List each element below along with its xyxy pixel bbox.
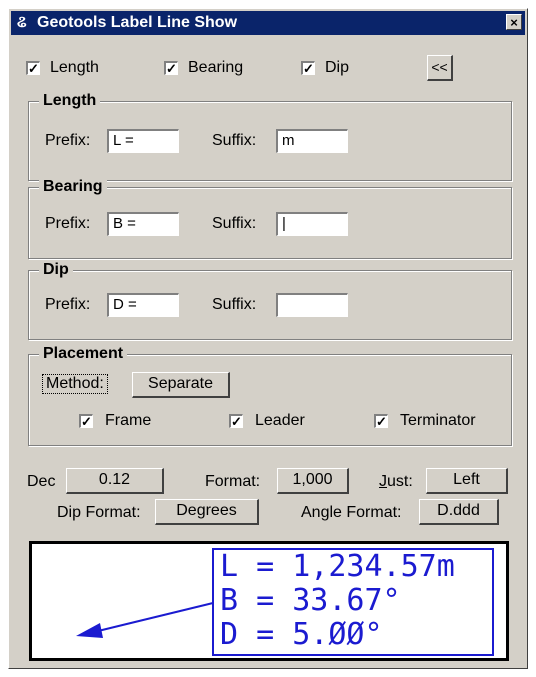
just-label-mnemonic: J: [379, 473, 387, 490]
bearing-group: Bearing: [28, 177, 512, 259]
just-label-rest: ust:: [387, 473, 413, 490]
leader-checkbox[interactable]: ✓: [229, 414, 243, 428]
dip-checkbox[interactable]: ✓: [301, 61, 315, 75]
dip-suffix-input[interactable]: [276, 293, 348, 317]
bearing-checkbox[interactable]: ✓: [164, 61, 178, 75]
window-title: Geotools Label Line Show: [37, 14, 238, 31]
dip-group-title: Dip: [39, 260, 73, 280]
terminator-checkbox-label[interactable]: Terminator: [400, 412, 476, 430]
length-checkbox-label[interactable]: Length: [50, 59, 99, 77]
close-button[interactable]: ×: [506, 14, 522, 30]
method-button[interactable]: Separate: [132, 372, 230, 398]
dec-label: Dec: [27, 473, 56, 490]
dip-prefix-input[interactable]: D =: [107, 293, 179, 317]
dip-checkbox-label[interactable]: Dip: [325, 59, 349, 77]
method-label: Method:: [42, 374, 108, 394]
bearing-suffix-input[interactable]: |: [276, 212, 348, 236]
title-bar[interactable]: ଌ Geotools Label Line Show ×: [11, 11, 525, 35]
bearing-prefix-label: Prefix:: [45, 215, 91, 232]
bearing-checkbox-label[interactable]: Bearing: [188, 59, 243, 77]
leader-checkbox-label[interactable]: Leader: [255, 412, 305, 430]
leader-arrow: [76, 602, 214, 638]
placement-group: Placement: [28, 344, 512, 446]
just-label: Just:: [379, 473, 413, 491]
dip-format-button[interactable]: Degrees: [155, 499, 259, 525]
format-label: Format:: [205, 473, 261, 490]
label-preview: L = 1,234.57m B = 33.67° D = 5.ØØ°: [29, 541, 509, 661]
dec-button[interactable]: 0.12: [66, 468, 164, 494]
bearing-suffix-label: Suffix:: [212, 215, 257, 232]
frame-checkbox[interactable]: ✓: [79, 414, 93, 428]
preview-line-length: L = 1,234.57m: [220, 549, 455, 584]
preview-frame: L = 1,234.57m B = 33.67° D = 5.ØØ°: [212, 548, 494, 656]
length-prefix-label: Prefix:: [45, 132, 91, 149]
length-group: Length: [28, 91, 512, 181]
app-icon: ଌ: [17, 14, 27, 31]
collapse-button[interactable]: <<: [427, 55, 453, 81]
dip-format-label: Dip Format:: [57, 504, 141, 521]
just-button[interactable]: Left: [426, 468, 508, 494]
dip-prefix-label: Prefix:: [45, 296, 91, 313]
angle-format-label: Angle Format:: [301, 504, 402, 521]
terminator-checkbox[interactable]: ✓: [374, 414, 388, 428]
length-checkbox[interactable]: ✓: [26, 61, 40, 75]
length-suffix-label: Suffix:: [212, 132, 257, 149]
frame-checkbox-label[interactable]: Frame: [105, 412, 151, 430]
angle-format-button[interactable]: D.ddd: [419, 499, 499, 525]
dialog-window: ଌ Geotools Label Line Show × ✓ Length ✓ …: [8, 8, 528, 669]
dip-group: Dip: [28, 260, 512, 340]
bearing-group-title: Bearing: [39, 177, 107, 197]
dip-suffix-label: Suffix:: [212, 296, 257, 313]
bearing-prefix-input[interactable]: B =: [107, 212, 179, 236]
length-prefix-input[interactable]: L =: [107, 129, 179, 153]
placement-group-title: Placement: [39, 344, 128, 364]
format-button[interactable]: 1,000: [277, 468, 349, 494]
length-group-title: Length: [39, 91, 101, 111]
preview-line-dip: D = 5.ØØ°: [220, 617, 383, 652]
preview-line-bearing: B = 33.67°: [220, 583, 401, 618]
length-suffix-input[interactable]: m: [276, 129, 348, 153]
